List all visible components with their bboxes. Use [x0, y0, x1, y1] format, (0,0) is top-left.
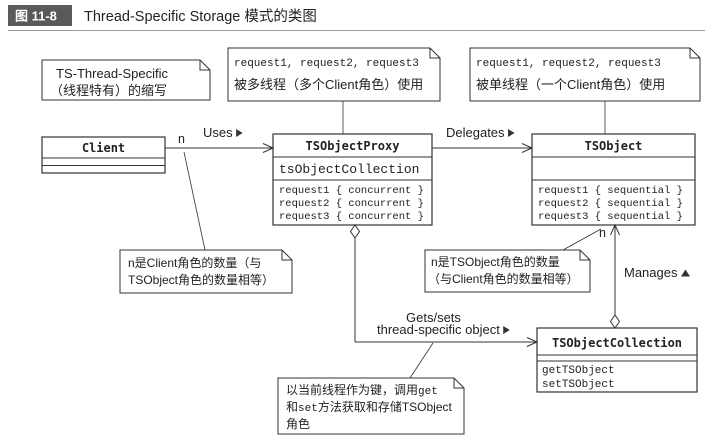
note-ts-object-count: n是TSObject角色的数量 （与Client角色的数量相等） [424, 228, 602, 293]
class-name: Client [82, 141, 125, 155]
class-name: TSObjectProxy [306, 139, 400, 153]
note-line: 被多线程（多个Client角色）使用 [234, 77, 423, 92]
note-proxy-requests: request1, request2, request3 被多线程（多个Clie… [227, 47, 441, 134]
association-label: thread-specific object [377, 322, 500, 337]
association-label: Manages [624, 265, 678, 280]
class-ts-object-proxy: TSObjectProxy tsObjectCollection request… [272, 133, 433, 226]
note-line: n是TSObject角色的数量 [431, 254, 560, 269]
note-line: （与Client角色的数量相等） [428, 271, 579, 286]
note-line: 被单线程（一个Client角色）使用 [476, 77, 665, 92]
class-operation: request1 { concurrent } [279, 185, 424, 197]
class-ts-object-collection: TSObjectCollection getTSObject setTSObje… [536, 327, 698, 393]
figure-header: 图 11-8 Thread-Specific Storage 模式的类图 [8, 5, 705, 31]
note-ts-abbreviation: TS-Thread-Specific （线程特有）的缩写 [41, 59, 211, 101]
note-connector [409, 342, 434, 379]
class-operation: setTSObject [542, 379, 615, 391]
note-connector [183, 151, 206, 251]
note-line: request1, request2, request3 [234, 58, 419, 70]
note-text-segment: 和 [286, 400, 298, 414]
note-shape [227, 47, 441, 102]
association-label: Uses [203, 125, 233, 140]
association-label: Delegates [446, 125, 505, 140]
association-delegates: Delegates [432, 125, 534, 153]
association-manages: n Manages [599, 223, 690, 329]
multiplicity-label: n [178, 132, 185, 146]
triangle-right-icon [236, 129, 243, 137]
class-operation: request3 { concurrent } [279, 211, 424, 223]
aggregation-diamond [349, 224, 361, 239]
class-diagram: 图 11-8 Thread-Specific Storage 模式的类图 TS-… [8, 5, 705, 435]
note-text-segment: 方法获取和存储TSObject [318, 399, 453, 414]
note-line: （线程特有）的缩写 [50, 83, 167, 98]
note-line: n是Client角色的数量（与 [128, 255, 261, 270]
class-operation: request1 { sequential } [538, 185, 683, 197]
class-name: TSObjectCollection [552, 336, 682, 350]
class-operation: getTSObject [542, 365, 615, 377]
note-line: TSObject角色的数量相等） [128, 272, 274, 287]
method-name-set: set [298, 403, 318, 415]
note-thread-key: 以当前线程作为键，调用get 和set方法获取和存储TSObject 角色 [277, 342, 465, 435]
note-line: request1, request2, request3 [476, 58, 661, 70]
class-attribute: tsObjectCollection [279, 162, 419, 177]
figure-number: 图 11-8 [15, 9, 57, 24]
note-shape [469, 47, 701, 102]
class-name: TSObject [585, 139, 643, 153]
note-connector [562, 228, 602, 251]
note-line: 以当前线程作为键，调用get [286, 382, 438, 398]
class-operation: request2 { sequential } [538, 198, 683, 210]
class-operation: request3 { sequential } [538, 211, 683, 223]
triangle-right-icon [503, 326, 510, 334]
figure-title: Thread-Specific Storage 模式的类图 [84, 8, 317, 25]
association-uses: n Uses [165, 125, 275, 153]
aggregation-diamond [609, 314, 621, 329]
note-ts-object-requests: request1, request2, request3 被单线程（一个Clie… [469, 47, 701, 134]
class-client: Client [41, 136, 166, 174]
triangle-right-icon [508, 129, 515, 137]
note-line: 角色 [286, 417, 310, 431]
multiplicity-label: n [599, 226, 606, 240]
triangle-up-icon [680, 269, 690, 277]
note-text-segment: 以当前线程作为键，调用 [286, 382, 418, 397]
method-name-get: get [418, 386, 438, 398]
class-operation: request2 { concurrent } [279, 198, 424, 210]
class-ts-object: TSObject request1 { sequential } request… [531, 133, 696, 226]
note-line: TS-Thread-Specific [56, 66, 168, 81]
